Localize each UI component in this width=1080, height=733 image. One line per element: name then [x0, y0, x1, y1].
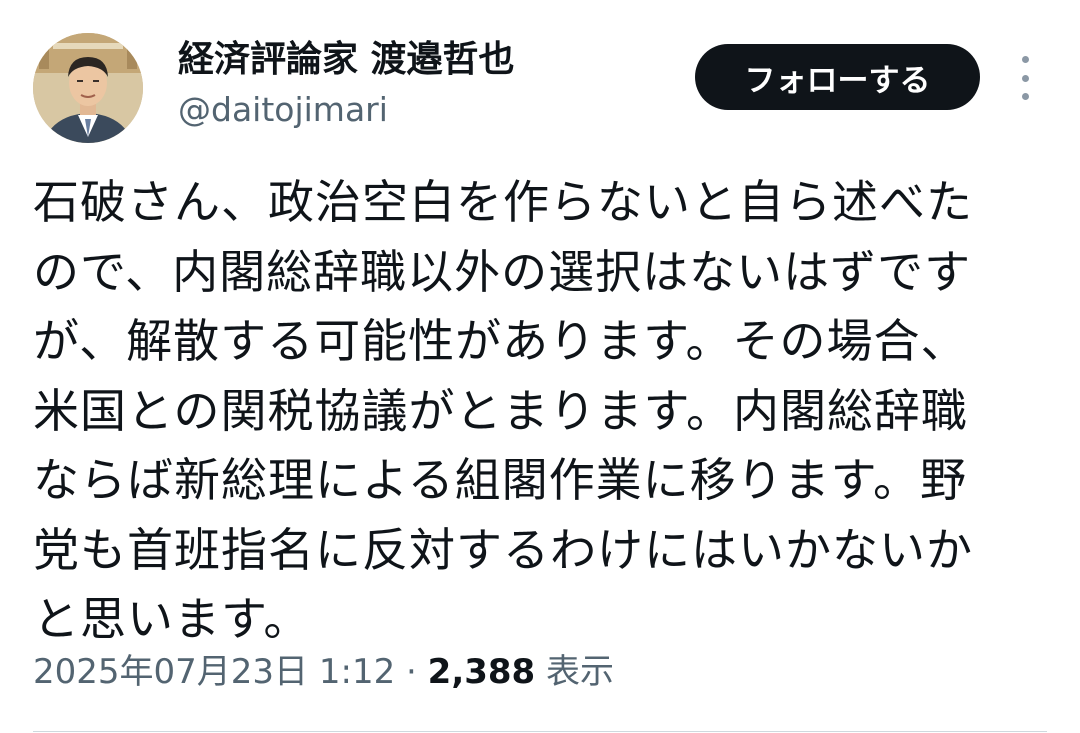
timestamp[interactable]: 2025年07月23日 1:12: [33, 652, 395, 692]
tweet-text: 石破さん、政治空白を作らないと自ら述べた ので、内閣総辞職以外の選択はないはずで…: [33, 168, 1043, 655]
avatar[interactable]: [33, 33, 143, 143]
display-name[interactable]: 経済評論家 渡邉哲也: [178, 36, 515, 84]
tweet-text-line: ので、内閣総辞職以外の選択はないはずです: [33, 244, 972, 299]
more-dot: [1021, 56, 1029, 63]
views-count: 2,388: [427, 652, 536, 692]
tweet-text-line: 米国との関税協議がとまります。内閣総辞職: [33, 383, 968, 438]
avatar-image: [33, 33, 143, 143]
divider: [33, 731, 1047, 732]
tweet-text-line: 石破さん、政治空白を作らないと自ら述べた: [33, 175, 973, 229]
views-label: 表示: [535, 652, 615, 692]
tweet-text-line: と思います。: [33, 592, 311, 646]
tweet-meta: 2025年07月23日 1:12 · 2,388 表示: [33, 648, 614, 696]
follow-button[interactable]: フォローする: [695, 44, 980, 110]
more-dot: [1021, 93, 1029, 100]
user-info: 経済評論家 渡邉哲也 @daitojimari: [178, 36, 515, 132]
more-dot: [1021, 74, 1029, 82]
tweet-card: 経済評論家 渡邉哲也 @daitojimari フォローする 石破さん、政治空白…: [0, 0, 1080, 733]
tweet-text-line: ならば新総理による組閣作業に移ります。野: [33, 453, 968, 507]
more-vertical-icon[interactable]: [1008, 56, 1042, 100]
tweet-text-line: 党も首班指名に反対するわけにはいかないか: [33, 522, 973, 577]
tweet-text-line: が、解散する可能性があります。その場合、: [33, 314, 968, 368]
meta-separator: ·: [395, 652, 428, 692]
user-handle[interactable]: @daitojimari: [178, 88, 515, 132]
